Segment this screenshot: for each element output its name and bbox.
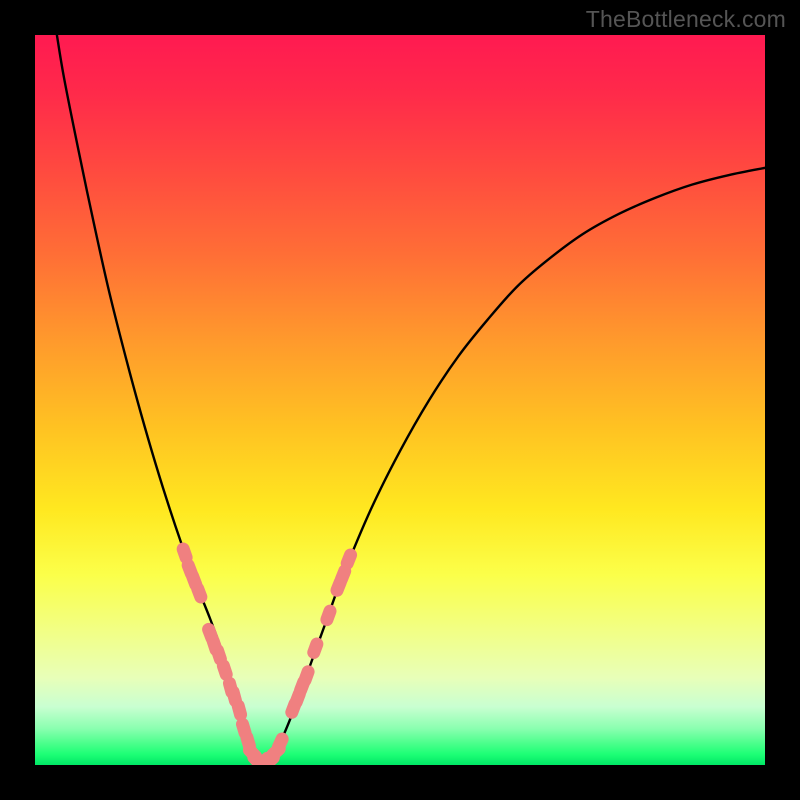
watermark-text: TheBottleneck.com xyxy=(586,6,786,33)
plot-area xyxy=(35,35,765,765)
chart-frame: TheBottleneck.com xyxy=(0,0,800,800)
data-marker xyxy=(305,636,325,661)
curve-layer xyxy=(35,35,765,765)
marker-group xyxy=(175,541,359,765)
bottleneck-curve xyxy=(57,35,765,765)
data-marker xyxy=(319,603,339,628)
